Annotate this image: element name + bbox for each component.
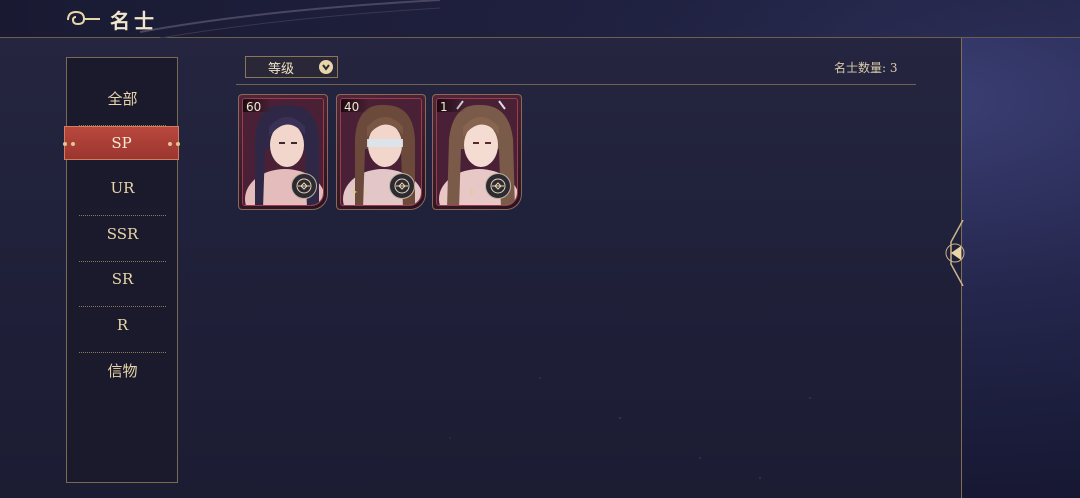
- category-label: SSR: [106, 225, 139, 243]
- category-ssr[interactable]: SSR: [79, 216, 166, 262]
- category-label: SP: [111, 134, 132, 152]
- header-decoration: [140, 0, 440, 38]
- collapse-arrow-button[interactable]: [945, 220, 967, 286]
- page-title: 名士: [110, 8, 158, 33]
- category-sr[interactable]: SR: [79, 261, 166, 307]
- hero-card[interactable]: 40 ✦ ✧: [336, 94, 426, 210]
- star-icon: ✧: [363, 186, 373, 199]
- compass-badge-icon[interactable]: [485, 173, 511, 199]
- hero-card[interactable]: 1 ✦: [432, 94, 522, 210]
- category-sp-selected[interactable]: SP: [63, 126, 180, 160]
- compass-badge-icon[interactable]: [291, 173, 317, 199]
- category-all[interactable]: 全部: [79, 80, 166, 126]
- category-label: UR: [110, 179, 135, 197]
- category-r[interactable]: R: [79, 307, 166, 353]
- cloud-swirl-icon[interactable]: [64, 8, 102, 30]
- category-label: 全部: [107, 89, 138, 108]
- star-icon: ✦: [349, 186, 359, 199]
- star-icon: ✦: [467, 186, 477, 199]
- dot-ornament: [71, 142, 75, 146]
- dot-ornament: [63, 142, 67, 146]
- hero-level: 60: [246, 100, 262, 114]
- category-label: SR: [111, 270, 134, 288]
- chevron-down-icon: [319, 60, 333, 74]
- hero-level: 40: [344, 100, 360, 114]
- sort-label: 等级: [268, 61, 295, 77]
- sort-dropdown[interactable]: 等级: [245, 56, 338, 78]
- category-ur[interactable]: UR: [79, 170, 166, 216]
- category-sidebar: 全部 UR SSR SR R 信物: [66, 57, 178, 483]
- category-label: R: [116, 316, 129, 334]
- compass-badge-icon[interactable]: [389, 173, 415, 199]
- category-token[interactable]: 信物: [79, 352, 166, 388]
- hero-card[interactable]: 60: [238, 94, 328, 210]
- divider: [236, 84, 916, 85]
- dot-ornament: [176, 142, 180, 146]
- hero-count: 名士数量: 3: [834, 61, 898, 75]
- hero-level: 1: [440, 100, 448, 114]
- top-header: 名士: [0, 0, 1080, 38]
- dot-ornament: [168, 142, 172, 146]
- category-label: 信物: [107, 361, 138, 380]
